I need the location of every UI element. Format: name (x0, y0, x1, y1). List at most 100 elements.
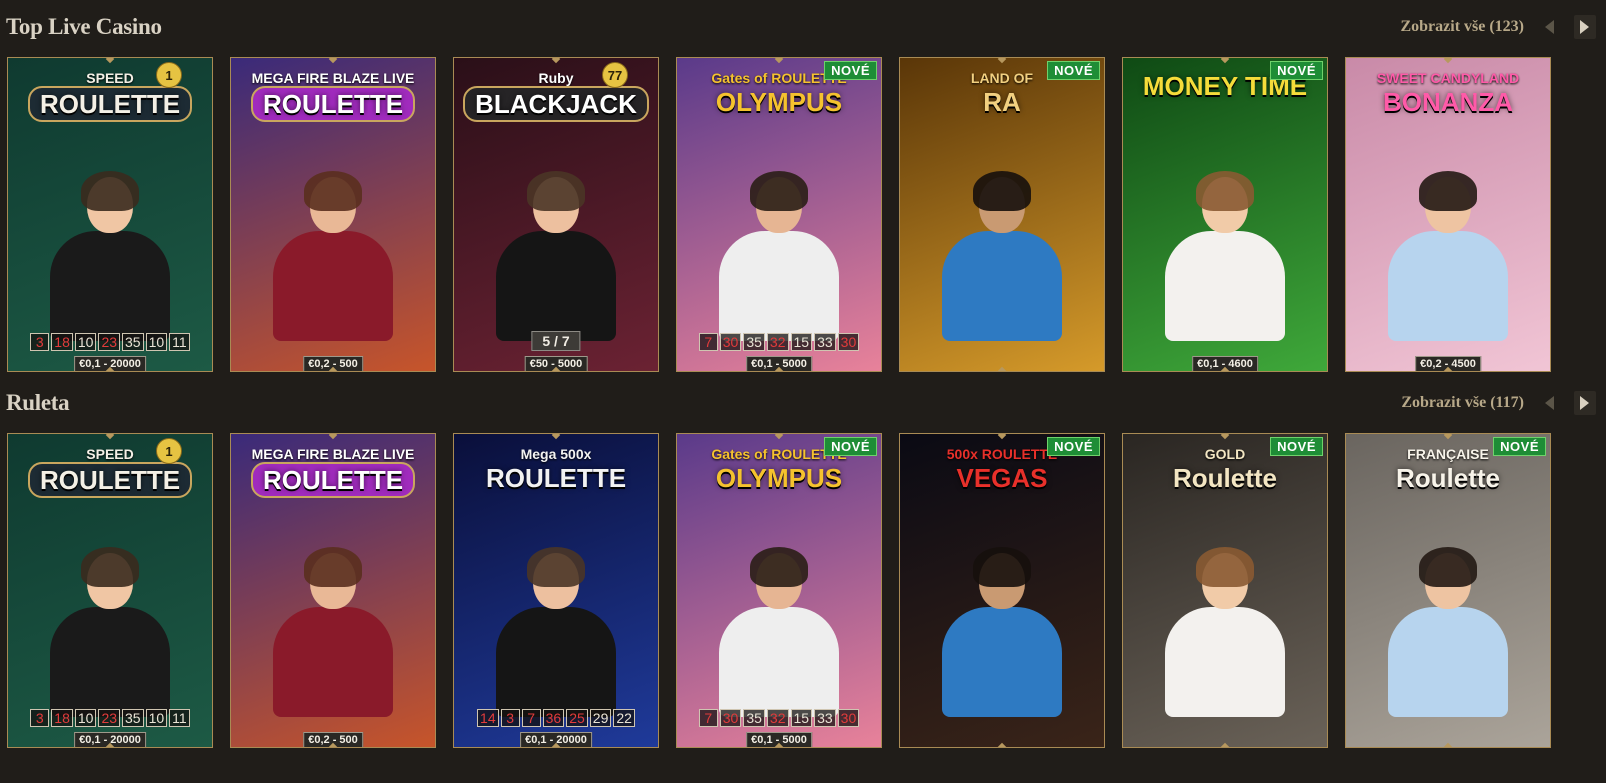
result-number: 25 (566, 709, 588, 727)
new-badge: NOVÉ (1047, 437, 1100, 456)
view-all-link[interactable]: Zobrazit vše (117) (1401, 394, 1524, 412)
new-badge: NOVÉ (1270, 437, 1323, 456)
game-card[interactable]: FRANÇAISE Roulette NOVÉ (1345, 433, 1551, 748)
game-logo: MEGA FIRE BLAZE LIVE ROULETTE (231, 70, 435, 122)
prev-button[interactable] (1538, 15, 1560, 39)
game-title: OLYMPUS (715, 87, 843, 117)
game-subtitle: MEGA FIRE BLAZE LIVE (251, 446, 415, 462)
result-number: 32 (766, 709, 789, 727)
result-number: 30 (837, 709, 860, 727)
result-number: 3 (500, 709, 520, 727)
game-title: ROULETTE (27, 462, 193, 498)
game-card[interactable]: SPEED ROULETTE 1 3 18 10 23 35 10 11 €0,1 - 20000 (7, 57, 213, 372)
game-title: Roulette (1173, 463, 1277, 493)
result-number: 23 (98, 333, 121, 351)
game-card[interactable]: MEGA FIRE BLAZE LIVE ROULETTE €0,2 - 500 (230, 57, 436, 372)
result-number: 10 (145, 333, 168, 351)
game-row: SPEED ROULETTE 1 3 18 10 23 35 10 11 €0,1 - 20000 M… (7, 433, 1599, 750)
section-header-ruleta: Ruleta Zobrazit vše (117) (6, 383, 1596, 423)
game-card[interactable]: LAND OF RA NOVÉ (899, 57, 1105, 372)
bet-limit: €50 - 5000 (524, 356, 588, 371)
game-title: RA (983, 87, 1021, 117)
next-button[interactable] (1574, 15, 1596, 39)
badge-number: 1 (156, 438, 182, 464)
dealer-image (273, 171, 393, 341)
game-card[interactable]: MEGA FIRE BLAZE LIVE ROULETTE €0,2 - 500 (230, 433, 436, 748)
bet-limit: €0,1 - 20000 (74, 356, 146, 371)
recent-results: 3 18 10 23 35 10 11 (13, 709, 207, 727)
dealer-image (496, 547, 616, 717)
result-number: 10 (145, 709, 168, 727)
game-card[interactable]: Ruby BLACKJACK 77 5 / 7 €50 - 5000 (453, 57, 659, 372)
result-number: 7 (698, 709, 718, 727)
result-number: 11 (169, 333, 190, 351)
bet-limit: €0,1 - 5000 (746, 356, 812, 371)
result-number: 7 (698, 333, 718, 351)
section-controls: Zobrazit vše (123) (1400, 15, 1596, 39)
recent-results: 7 30 35 32 15 33 30 (682, 333, 876, 351)
section-controls: Zobrazit vše (117) (1401, 391, 1596, 415)
bet-limit: €0,1 - 20000 (520, 732, 592, 747)
result-number: 10 (74, 709, 97, 727)
result-number: 30 (837, 333, 860, 351)
result-number: 33 (814, 333, 836, 351)
game-logo: MEGA FIRE BLAZE LIVE ROULETTE (231, 446, 435, 498)
result-number: 3 (30, 333, 50, 351)
new-badge: NOVÉ (1047, 61, 1100, 80)
result-number: 18 (51, 333, 73, 351)
new-badge: NOVÉ (1270, 61, 1323, 80)
dealer-image (1165, 547, 1285, 717)
result-number: 3 (30, 709, 50, 727)
badge-number: 77 (602, 62, 628, 88)
game-subtitle: SWEET CANDYLAND (1376, 70, 1520, 86)
view-all-link[interactable]: Zobrazit vše (123) (1400, 18, 1524, 36)
result-number: 33 (814, 709, 836, 727)
game-card[interactable]: GOLD Roulette NOVÉ (1122, 433, 1328, 748)
game-row: SPEED ROULETTE 1 3 18 10 23 35 10 11 €0,1 - 20000 M… (7, 57, 1599, 374)
result-number: 14 (477, 709, 499, 727)
recent-results: 3 18 10 23 35 10 11 (13, 333, 207, 351)
result-number: 35 (122, 333, 144, 351)
dealer-image (273, 547, 393, 717)
result-number: 36 (542, 709, 565, 727)
result-number: 15 (790, 333, 813, 351)
result-number: 30 (719, 333, 742, 351)
game-subtitle: MEGA FIRE BLAZE LIVE (251, 70, 415, 86)
game-title: ROULETTE (250, 86, 416, 122)
dealer-image (719, 171, 839, 341)
chevron-right-icon (1580, 396, 1589, 410)
chevron-left-icon (1545, 20, 1554, 34)
game-card[interactable]: SWEET CANDYLAND BONANZA €0,2 - 4500 (1345, 57, 1551, 372)
bet-limit: €0,2 - 4500 (1415, 356, 1481, 371)
dealer-image (496, 171, 616, 341)
result-number: 15 (790, 709, 813, 727)
seats-available: 5 / 7 (531, 331, 581, 351)
bet-limit: €0,1 - 5000 (746, 732, 812, 747)
result-number: 22 (613, 709, 635, 727)
section-header-top-live-casino: Top Live Casino Zobrazit vše (123) (6, 7, 1596, 47)
game-card[interactable]: Gates of ROULETTE OLYMPUS NOVÉ 7 30 35 32 15 33 3… (676, 57, 882, 372)
game-title: ROULETTE (27, 86, 193, 122)
game-title: BLACKJACK (463, 86, 649, 122)
result-number: 11 (169, 709, 190, 727)
game-card[interactable]: 500x ROULETTE VEGAS NOVÉ (899, 433, 1105, 748)
game-card[interactable]: SPEED ROULETTE 1 3 18 10 23 35 10 11 €0,1 - 20000 (7, 433, 213, 748)
game-card[interactable]: Mega 500x ROULETTE 14 3 7 36 25 29 22 €0,1 - 2000… (453, 433, 659, 748)
result-number: 35 (122, 709, 144, 727)
next-button[interactable] (1574, 391, 1596, 415)
chevron-left-icon (1545, 396, 1554, 410)
dealer-image (1165, 171, 1285, 341)
game-title: Roulette (1396, 463, 1500, 493)
result-number: 18 (51, 709, 73, 727)
bet-limit: €0,1 - 20000 (74, 732, 146, 747)
game-card[interactable]: Gates of ROULETTE OLYMPUS NOVÉ 7 30 35 32 15 33 3… (676, 433, 882, 748)
dealer-image (50, 171, 170, 341)
result-number: 23 (98, 709, 121, 727)
game-subtitle: Mega 500x (520, 446, 592, 462)
bet-limit: €0,2 - 500 (303, 732, 363, 747)
game-card[interactable]: MONEY TIME NOVÉ €0,1 - 4600 (1122, 57, 1328, 372)
section-title: Ruleta (6, 390, 70, 415)
chevron-right-icon (1580, 20, 1589, 34)
prev-button[interactable] (1538, 391, 1560, 415)
result-number: 35 (743, 709, 765, 727)
